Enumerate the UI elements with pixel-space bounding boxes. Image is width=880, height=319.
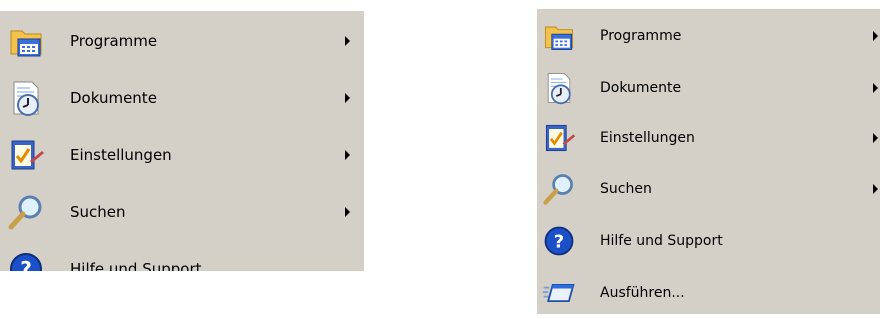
menu-item-label: Suchen (70, 203, 126, 221)
menu-item-hilfe-und-support[interactable]: ? Hilfe und Support (0, 249, 364, 271)
settings-checklist-icon (541, 120, 577, 156)
start-menu-right: Programme Dokumente Einstellungen Suchen… (537, 9, 880, 314)
run-icon (541, 275, 577, 311)
programs-folder-icon (541, 18, 577, 54)
menu-item-dokumente[interactable]: Dokumente (0, 78, 364, 118)
menu-item-programme[interactable]: Programme (537, 16, 880, 56)
menu-item-label: Programme (600, 28, 682, 44)
submenu-arrow-icon (345, 93, 350, 103)
menu-item-label: Einstellungen (70, 146, 172, 164)
menu-item-ausfuehren[interactable]: Ausführen... (537, 273, 880, 313)
documents-icon (6, 78, 46, 118)
menu-item-label: Suchen (600, 181, 652, 197)
menu-item-einstellungen[interactable]: Einstellungen (537, 118, 880, 158)
menu-item-label: Hilfe und Support (70, 260, 202, 271)
menu-item-programme[interactable]: Programme (0, 21, 364, 61)
menu-item-dokumente[interactable]: Dokumente (537, 68, 880, 108)
submenu-arrow-icon (873, 83, 878, 93)
menu-item-label: Ausführen... (600, 285, 685, 301)
menu-item-hilfe-und-support[interactable]: ? Hilfe und Support (537, 221, 880, 261)
menu-item-label: Dokumente (600, 80, 682, 96)
menu-item-label: Dokumente (70, 89, 157, 107)
programs-folder-icon (6, 21, 46, 61)
submenu-arrow-icon (873, 31, 878, 41)
submenu-arrow-icon (345, 150, 350, 160)
menu-item-einstellungen[interactable]: Einstellungen (0, 135, 364, 175)
help-icon: ? (6, 249, 46, 271)
submenu-arrow-icon (873, 133, 878, 143)
documents-icon (541, 70, 577, 106)
svg-text:?: ? (554, 231, 564, 252)
settings-checklist-icon (6, 135, 46, 175)
menu-item-suchen[interactable]: Suchen (537, 169, 880, 209)
menu-item-label: Einstellungen (600, 130, 695, 146)
menu-item-label: Programme (70, 32, 158, 50)
svg-text:?: ? (20, 257, 32, 271)
menu-item-label: Hilfe und Support (600, 233, 723, 249)
help-icon: ? (541, 223, 577, 259)
search-magnifier-icon (6, 192, 46, 232)
submenu-arrow-icon (345, 207, 350, 217)
search-magnifier-icon (541, 171, 577, 207)
submenu-arrow-icon (345, 36, 350, 46)
submenu-arrow-icon (873, 184, 878, 194)
menu-item-suchen[interactable]: Suchen (0, 192, 364, 232)
start-menu-left: Programme Dokumente Einstellungen Suchen… (0, 11, 364, 271)
